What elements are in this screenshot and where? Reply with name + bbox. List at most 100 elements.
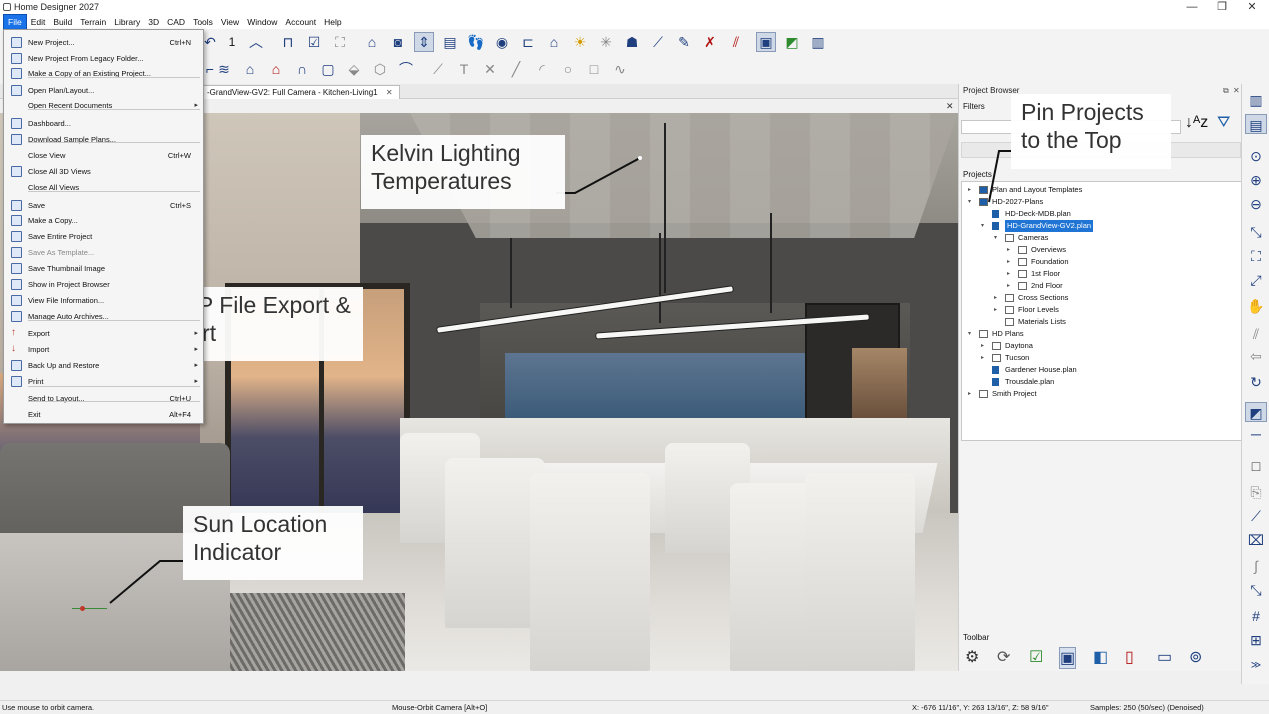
line-icon[interactable]: ╱: [506, 59, 526, 79]
eyedropper-icon[interactable]: ⟋: [648, 32, 668, 52]
terrain-chart-icon[interactable]: ◩: [782, 32, 802, 52]
cross-icon[interactable]: ✕: [480, 59, 500, 79]
tree-item[interactable]: Foundation: [1031, 256, 1069, 268]
terrain-icon[interactable]: ⌒: [396, 59, 416, 79]
menu-item-new-from-legacy[interactable]: New Project From Legacy Folder...: [4, 51, 203, 66]
fit-window-icon[interactable]: ⤢: [1245, 270, 1267, 290]
menu-build[interactable]: Build: [49, 15, 76, 29]
tab-close-icon[interactable]: ✕: [386, 88, 393, 97]
circle-icon[interactable]: ○: [558, 59, 578, 79]
eraser-icon[interactable]: ⫽: [726, 32, 746, 52]
tree-item[interactable]: Gardener House.plan: [1005, 364, 1077, 376]
tree-expander-icon[interactable]: ▸: [1007, 268, 1010, 280]
tree-expander-icon[interactable]: ▾: [994, 232, 997, 244]
tree-expander-icon[interactable]: ▸: [1007, 280, 1010, 292]
menu-tools[interactable]: Tools: [189, 15, 217, 29]
menu-window[interactable]: Window: [243, 15, 281, 29]
select-project-icon[interactable]: ▣: [1059, 647, 1077, 669]
menu-item-save-entire-project[interactable]: Save Entire Project: [4, 229, 203, 244]
house-icon[interactable]: ⌂: [362, 32, 382, 52]
archive-icon[interactable]: ⊚: [1189, 647, 1202, 667]
minimize-button[interactable]: —: [1177, 0, 1207, 15]
undo-zoom-icon[interactable]: ⤡: [1245, 222, 1267, 242]
grid-icon[interactable]: #: [1245, 606, 1267, 626]
zoom-level-label[interactable]: 1: [222, 32, 242, 52]
edit-object-icon[interactable]: ⌧: [1245, 530, 1267, 550]
menu-3d[interactable]: 3D: [144, 15, 163, 29]
arch-icon[interactable]: ∩: [292, 59, 312, 79]
menu-item-save[interactable]: Save Ctrl+S: [4, 198, 203, 213]
tree-item[interactable]: Floor Levels: [1018, 304, 1059, 316]
checklist-icon[interactable]: ☑: [304, 32, 324, 52]
layer-up-icon[interactable]: ⫽: [1245, 324, 1267, 344]
gear-icon[interactable]: ⚙: [965, 647, 979, 667]
backclip-icon[interactable]: ⌂: [544, 32, 564, 52]
close-window-button[interactable]: ✕: [1237, 0, 1267, 15]
spline-icon[interactable]: ∿: [610, 59, 630, 79]
tree-item[interactable]: Daytona: [1005, 340, 1033, 352]
cross-section-icon[interactable]: ⊏: [518, 32, 538, 52]
tree-expander-icon[interactable]: ▸: [968, 388, 971, 400]
fixture-icon[interactable]: ⬡: [370, 59, 390, 79]
menu-item-make-copy[interactable]: Make a Copy...: [4, 213, 203, 228]
tree-expander-icon[interactable]: ▸: [1007, 244, 1010, 256]
sparkle-icon[interactable]: ✳: [596, 32, 616, 52]
tree-item[interactable]: Cameras: [1018, 232, 1048, 244]
library-browser-icon[interactable]: ▥: [1245, 90, 1267, 110]
menu-item-close-view[interactable]: Close View Ctrl+W: [4, 148, 203, 163]
tree-item[interactable]: Smith Project: [992, 388, 1037, 400]
layout-panel-icon[interactable]: ▥: [808, 32, 828, 52]
tree-item[interactable]: Overviews: [1031, 244, 1066, 256]
menu-item-new-project[interactable]: New Project... Ctrl+N: [4, 35, 203, 50]
menu-item-backup-restore[interactable]: Back Up and Restore ▸: [4, 358, 203, 373]
menu-item-close-all-views[interactable]: Close All Views: [4, 180, 203, 195]
view-close-icon[interactable]: ✕: [946, 101, 954, 112]
menu-item-save-as-template[interactable]: Save As Template...: [4, 245, 203, 260]
delete-material-icon[interactable]: ✗: [700, 32, 720, 52]
light-icon[interactable]: ☗: [622, 32, 642, 52]
chevron-up-icon[interactable]: ︿: [246, 32, 266, 52]
rectangle-icon[interactable]: □: [584, 59, 604, 79]
zoom-out-icon[interactable]: ⊖: [1245, 194, 1267, 214]
record-walkthrough-icon[interactable]: ◉: [492, 32, 512, 52]
window-icon[interactable]: ▢: [318, 59, 338, 79]
layers-icon[interactable]: ≋: [214, 59, 234, 79]
maximize-button[interactable]: ❐: [1207, 0, 1237, 15]
refresh-icon[interactable]: ⟳: [997, 647, 1010, 667]
tree-item[interactable]: Cross Sections: [1018, 292, 1068, 304]
roof-icon[interactable]: ⌂: [266, 59, 286, 79]
menu-item-view-file-info[interactable]: View File Information...: [4, 293, 203, 308]
display-options-icon[interactable]: ▣: [756, 32, 776, 52]
menu-edit[interactable]: Edit: [27, 15, 50, 29]
tree-item[interactable]: 2nd Floor: [1031, 280, 1063, 292]
tree-item[interactable]: Tucson: [1005, 352, 1029, 364]
new-plan-icon[interactable]: ▯: [1125, 647, 1134, 667]
menu-item-open-plan[interactable]: Open Plan/Layout...: [4, 83, 203, 98]
draw-line-icon[interactable]: ⟋: [1245, 506, 1267, 526]
plan-layout-icon[interactable]: ◧: [1093, 647, 1108, 667]
tree-expander-icon[interactable]: ▸: [1007, 256, 1010, 268]
layer-down-icon[interactable]: ⇦: [1245, 346, 1267, 366]
tree-expander-icon[interactable]: ▸: [994, 304, 997, 316]
menu-account[interactable]: Account: [281, 15, 320, 29]
magnet-icon[interactable]: ⊓: [278, 32, 298, 52]
scale-icon[interactable]: ⤡: [1245, 580, 1267, 600]
folder-icon[interactable]: ▭: [1157, 647, 1172, 667]
tree-expander-icon[interactable]: ▸: [981, 352, 984, 364]
material-painter-icon[interactable]: ✎: [674, 32, 694, 52]
tree-expander-icon[interactable]: ▸: [981, 340, 984, 352]
menu-item-download-samples[interactable]: Download Sample Plans...: [4, 132, 203, 147]
camera-icon[interactable]: ◙: [388, 32, 408, 52]
menu-terrain[interactable]: Terrain: [76, 15, 110, 29]
page-icon[interactable]: □: [1245, 456, 1267, 476]
fill-window-icon[interactable]: ⛶: [1245, 246, 1267, 266]
menu-item-exit[interactable]: Exit Alt+F4: [4, 407, 203, 422]
menu-help[interactable]: Help: [320, 15, 345, 29]
cabinet-icon[interactable]: ⌂: [240, 59, 260, 79]
dimension-icon[interactable]: ⟋: [428, 59, 448, 79]
menu-library[interactable]: Library: [110, 15, 144, 29]
tree-expander-icon[interactable]: ▸: [994, 292, 997, 304]
zoom-in-icon[interactable]: ⊕: [1245, 170, 1267, 190]
material-icon[interactable]: ⬙: [344, 59, 364, 79]
arc-icon[interactable]: ◜: [532, 59, 552, 79]
